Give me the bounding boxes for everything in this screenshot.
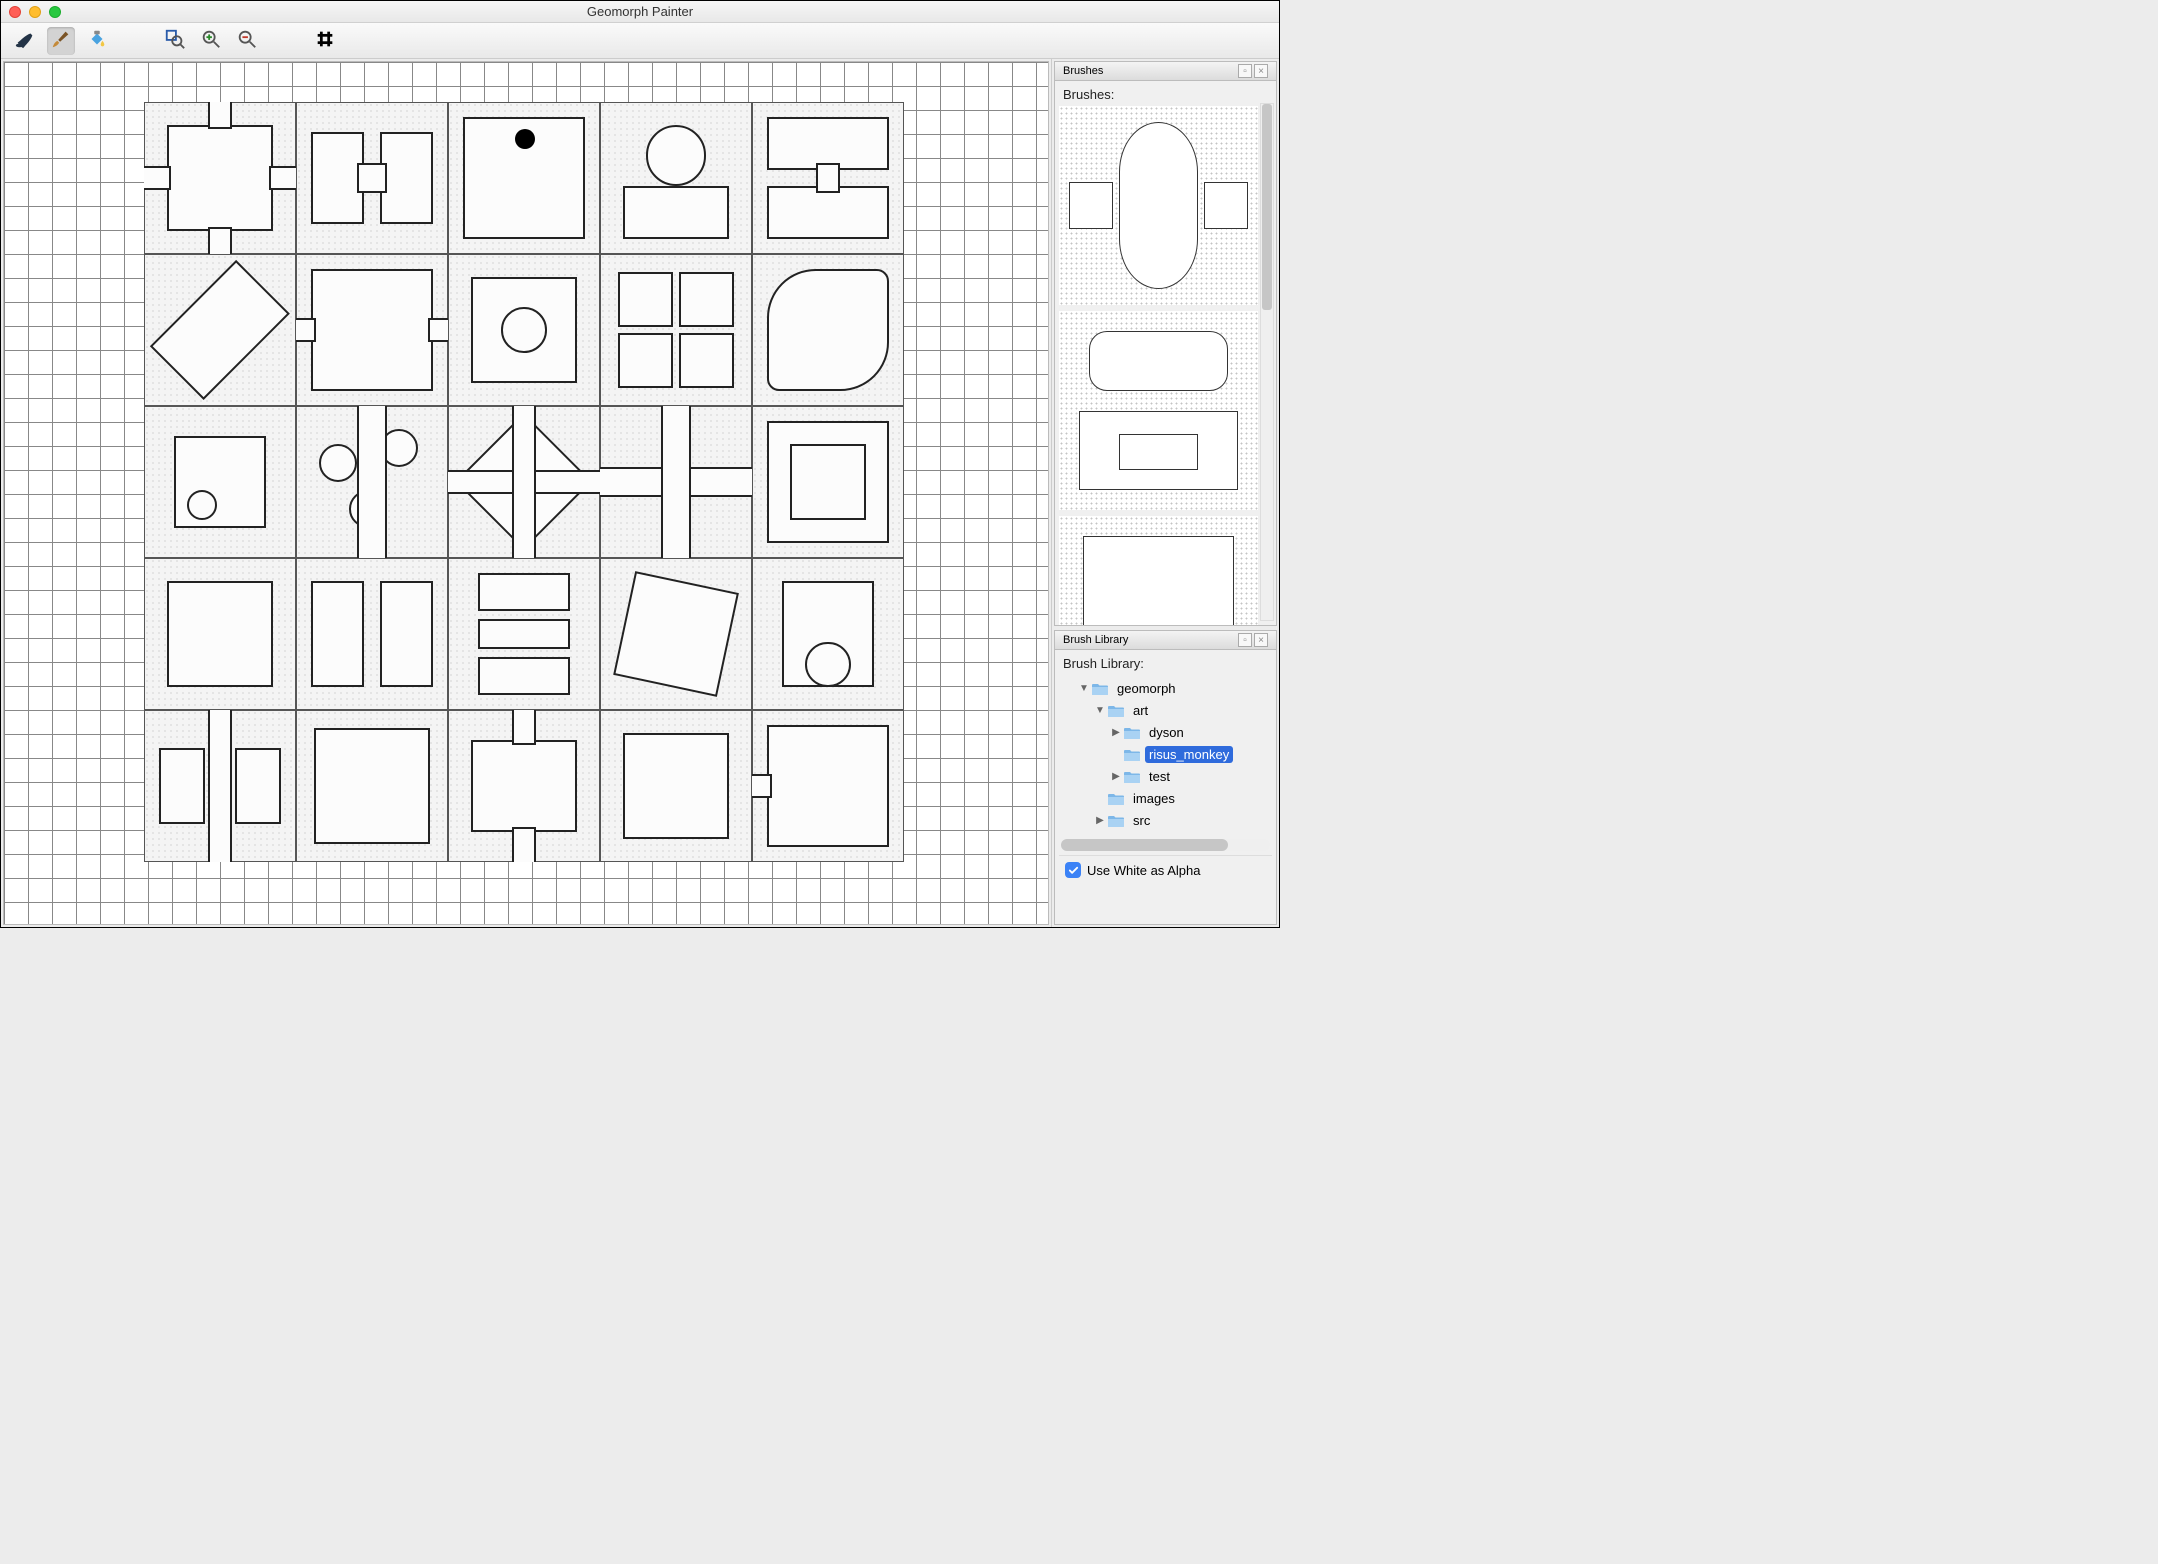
chevron-down-icon[interactable]: ▼ [1077, 683, 1091, 694]
stamp-tool-button[interactable] [11, 27, 39, 55]
panel-collapse-icon[interactable]: ▫ [1238, 64, 1252, 78]
folder-icon [1123, 770, 1141, 783]
tree-item-label: art [1129, 702, 1152, 719]
zoom-fit-button[interactable] [161, 27, 189, 55]
panel-close-icon[interactable]: × [1254, 64, 1268, 78]
brush-tool-button[interactable] [47, 27, 75, 55]
zoom-out-button[interactable] [233, 27, 261, 55]
canvas[interactable] [3, 61, 1049, 925]
library-tree: ▼geomorph▼art▶dyson▶risus_monkey▶test▶im… [1059, 675, 1272, 835]
stamp-icon [14, 28, 36, 53]
brush-thumb[interactable] [1059, 516, 1258, 625]
zoom-fit-icon [164, 28, 186, 53]
titlebar: Geomorph Painter [1, 1, 1279, 23]
zoom-in-button[interactable] [197, 27, 225, 55]
library-panel-title: Brush Library [1063, 634, 1128, 646]
brushes-panel-header[interactable]: Brushes ▫ × [1055, 62, 1276, 81]
tree-item-label: images [1129, 790, 1179, 807]
chevron-down-icon[interactable]: ▼ [1093, 705, 1107, 716]
toolbar [1, 23, 1279, 59]
tree-item-dyson[interactable]: ▶ dyson [1061, 721, 1270, 743]
brush-library-panel: Brush Library ▫ × Brush Library: ▼ geomor… [1054, 630, 1277, 925]
zoom-out-icon [236, 28, 258, 53]
tree-item-label: dyson [1145, 724, 1188, 741]
side-panels: Brushes ▫ × Brushes: [1051, 59, 1279, 927]
tree-item-label: test [1145, 768, 1174, 785]
map-tiles [144, 102, 904, 862]
tree-item-geomorph[interactable]: ▼ geomorph [1061, 677, 1270, 699]
brushes-panel-body: Brushes: [1055, 81, 1276, 625]
grid-toggle-button[interactable] [311, 27, 339, 55]
folder-icon [1107, 792, 1125, 805]
tree-item-test[interactable]: ▶ test [1061, 765, 1270, 787]
grid-icon [314, 28, 336, 53]
checkbox-checked-icon[interactable] [1065, 862, 1081, 878]
tree-item-label: geomorph [1113, 680, 1180, 697]
chevron-right-icon[interactable]: ▶ [1109, 727, 1123, 738]
brushes-label: Brushes: [1059, 85, 1272, 106]
brushes-panel-title: Brushes [1063, 65, 1103, 77]
tree-item-images[interactable]: ▶images [1061, 787, 1270, 809]
brush-list [1059, 106, 1272, 625]
tree-item-label: risus_monkey [1145, 746, 1233, 763]
folder-icon [1107, 814, 1125, 827]
folder-icon [1091, 682, 1109, 695]
content-area: Brushes ▫ × Brushes: [1, 59, 1279, 927]
library-label: Brush Library: [1059, 654, 1272, 675]
tree-item-risus_monkey[interactable]: ▶risus_monkey [1061, 743, 1270, 765]
chevron-right-icon[interactable]: ▶ [1093, 815, 1107, 826]
folder-icon [1107, 704, 1125, 717]
folder-icon [1123, 748, 1141, 761]
paintbrush-icon [50, 28, 72, 53]
brush-thumb[interactable] [1059, 106, 1258, 305]
brush-thumb[interactable] [1059, 311, 1258, 510]
window-title: Geomorph Painter [1, 4, 1279, 19]
brushes-scrollbar[interactable] [1260, 103, 1274, 621]
white-alpha-label: Use White as Alpha [1087, 863, 1200, 878]
fill-tool-button[interactable] [83, 27, 111, 55]
white-alpha-row[interactable]: Use White as Alpha [1059, 855, 1272, 884]
panel-close-icon[interactable]: × [1254, 633, 1268, 647]
paint-bucket-icon [86, 28, 108, 53]
tree-item-art[interactable]: ▼ art [1061, 699, 1270, 721]
brushes-panel: Brushes ▫ × Brushes: [1054, 61, 1277, 626]
library-h-scrollbar[interactable] [1061, 839, 1270, 851]
tree-item-src[interactable]: ▶ src [1061, 809, 1270, 831]
library-panel-header[interactable]: Brush Library ▫ × [1055, 631, 1276, 650]
tree-item-label: src [1129, 812, 1154, 829]
panel-collapse-icon[interactable]: ▫ [1238, 633, 1252, 647]
folder-icon [1123, 726, 1141, 739]
zoom-in-icon [200, 28, 222, 53]
chevron-right-icon[interactable]: ▶ [1109, 771, 1123, 782]
